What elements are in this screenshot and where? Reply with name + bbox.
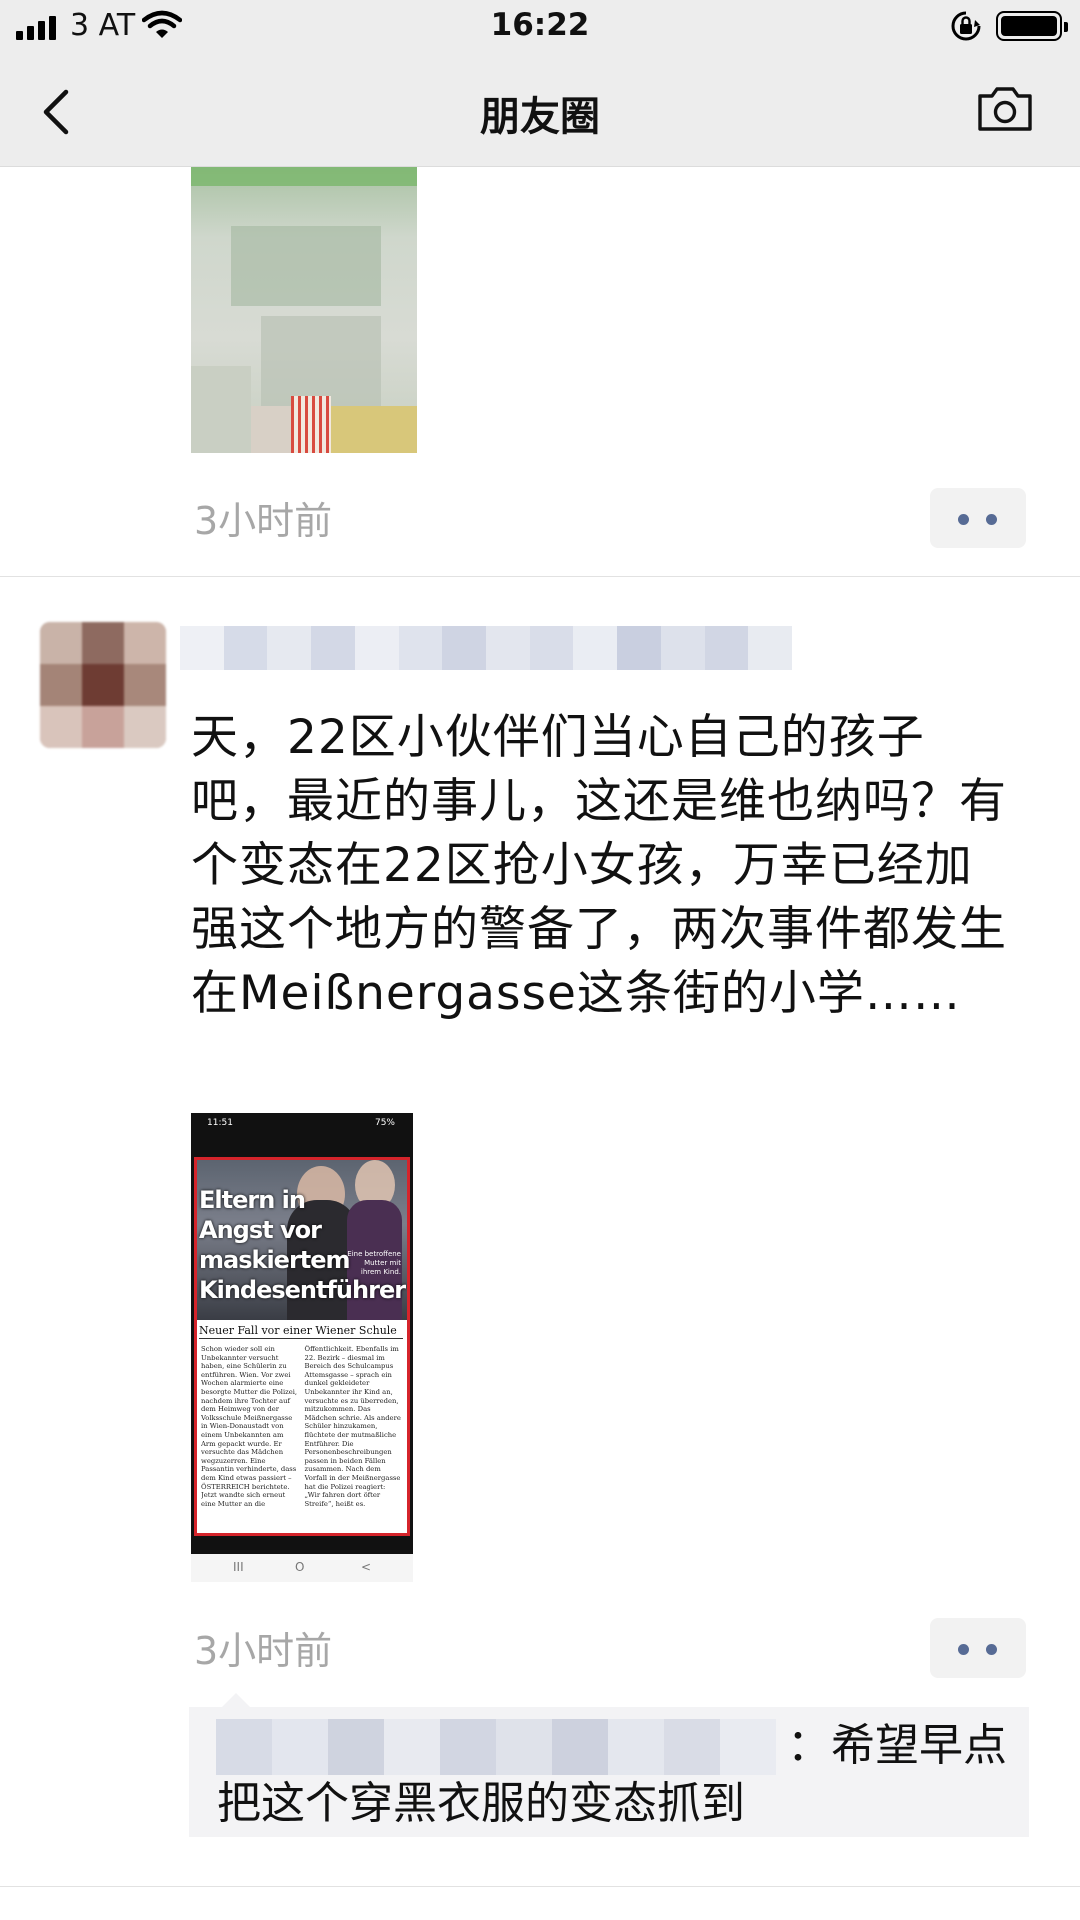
camera-button[interactable] [976, 84, 1034, 134]
divider [0, 576, 1080, 577]
news-subheadline: Neuer Fall vor einer Wiener Schule [199, 1324, 403, 1339]
news-headline: Eltern in Angst vor maskiertem Kindesent… [199, 1186, 406, 1304]
post-time: 3小时前 [194, 1629, 333, 1673]
post-text: 天，22区小伙伴们当心自己的孩子吧，最近的事儿，这还是维也纳吗？有个变态在22区… [191, 710, 1007, 1021]
more-actions-button[interactable] [930, 1618, 1026, 1678]
image-status-bar: 11:51 75% [207, 1118, 395, 1128]
post-image[interactable]: 11:51 75% Eltern in Angst vor maskiertem… [191, 1113, 413, 1582]
image-nav-bar: III O < [191, 1554, 413, 1582]
page-title: 朋友圈 [480, 94, 600, 140]
avatar[interactable] [40, 622, 166, 748]
comment-section: ：希望早点把这个穿黑衣服的变态抓到 [189, 1707, 1029, 1837]
divider [0, 1886, 1080, 1887]
battery-icon [996, 11, 1068, 41]
more-actions-button[interactable] [930, 488, 1026, 548]
news-body: Schon wieder soll ein Unbekannter versuc… [201, 1345, 401, 1508]
nav-bar: 朋友圈 [0, 56, 1080, 167]
post-time: 3小时前 [194, 499, 333, 543]
status-time: 16:22 [490, 7, 590, 43]
news-photo-caption: Eine betroffene Mutter mit ihrem Kind. [347, 1250, 401, 1276]
post-image[interactable] [191, 166, 417, 453]
comment-pointer [222, 1693, 250, 1707]
username-redacted[interactable] [180, 626, 793, 670]
rotation-lock-icon [951, 11, 981, 41]
status-bar: 3 AT 16:22 [0, 0, 1080, 56]
comment-text[interactable]: ：希望早点把这个穿黑衣服的变态抓到 [217, 1717, 1017, 1833]
newspaper-clipping: Eltern in Angst vor maskiertem Kindesent… [194, 1157, 410, 1536]
